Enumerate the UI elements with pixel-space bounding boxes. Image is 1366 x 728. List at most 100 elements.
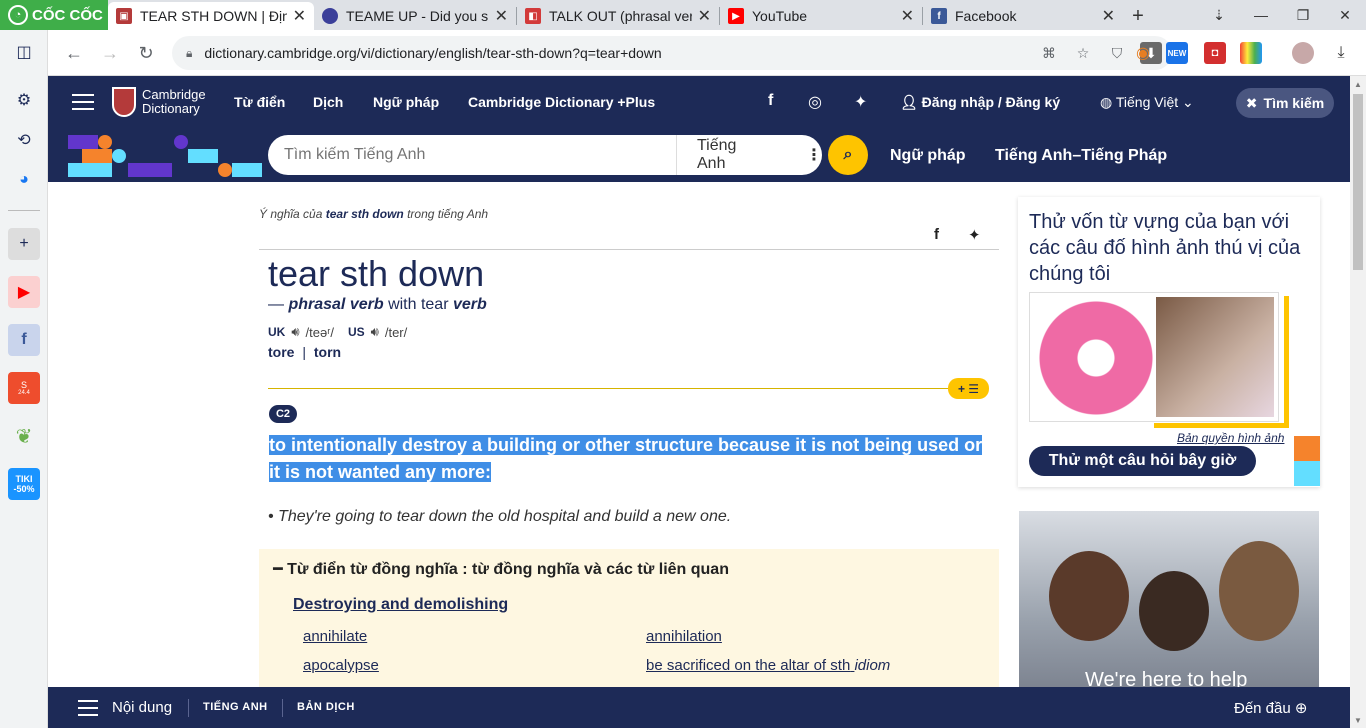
form-separator: | bbox=[302, 344, 306, 360]
history-icon[interactable]: ⟲ bbox=[8, 124, 40, 156]
tab-translation[interactable]: BẢN DỊCH bbox=[297, 701, 355, 713]
instagram-icon[interactable]: ◎ bbox=[808, 92, 822, 112]
address-bar[interactable]: 🔒︎ dictionary.cambridge.org/vi/dictionar… bbox=[172, 36, 1172, 70]
decor-shape bbox=[112, 149, 126, 163]
contents-link[interactable]: Nội dung bbox=[112, 699, 172, 716]
related-word[interactable]: annihilate bbox=[303, 628, 367, 645]
nav-dictionary[interactable]: Từ điển bbox=[234, 94, 285, 110]
back-to-top-link[interactable]: Đến đầu ⊕ bbox=[1234, 699, 1307, 717]
twitter-icon[interactable]: ✦ bbox=[854, 92, 867, 112]
share-twitter-icon[interactable]: ✦ bbox=[968, 226, 981, 244]
sidebar-toggle-icon[interactable]: ◫ bbox=[8, 36, 40, 68]
back-icon[interactable]: ← bbox=[60, 39, 88, 67]
close-tab-icon[interactable]: ✕ bbox=[901, 6, 914, 26]
tab-cambridge[interactable]: ▣ TEAR STH DOWN | Định ✕ bbox=[108, 2, 314, 30]
related-word[interactable]: apocalypse bbox=[303, 657, 379, 674]
close-tab-icon[interactable]: ✕ bbox=[1102, 6, 1115, 26]
close-tab-icon[interactable]: ✕ bbox=[495, 6, 508, 26]
shield-icon[interactable]: ⛉ bbox=[1106, 42, 1128, 64]
menu-icon[interactable] bbox=[78, 700, 98, 716]
tab-english[interactable]: TIẾNG ANH bbox=[203, 701, 268, 713]
thesaurus-title[interactable]: ━ Từ điển từ đồng nghĩa : từ đồng nghĩa … bbox=[273, 559, 729, 579]
search-input[interactable] bbox=[268, 146, 676, 164]
new-tab-icon[interactable]: + bbox=[1123, 2, 1153, 30]
us-audio-icon[interactable]: 🔊︎ bbox=[371, 324, 379, 340]
tab-title: TEAR STH DOWN | Định bbox=[140, 8, 287, 24]
login-label: Đăng nhập / Đăng ký bbox=[921, 94, 1061, 110]
shopee-label: 24.4 bbox=[18, 390, 30, 396]
uk-label: UK bbox=[268, 325, 286, 339]
login-link[interactable]: 👤︎ Đăng nhập / Đăng ký bbox=[900, 94, 1060, 111]
search-submit-button[interactable]: ⌕ bbox=[828, 135, 868, 175]
link-english-french[interactable]: Tiếng Anh–Tiếng Pháp bbox=[995, 147, 1167, 165]
minimize-icon[interactable]: — bbox=[1240, 0, 1282, 30]
scroll-up-icon[interactable]: ▲ bbox=[1350, 76, 1366, 92]
tab-facebook[interactable]: f Facebook ✕ bbox=[923, 2, 1123, 30]
person-image bbox=[1049, 551, 1129, 641]
nav-plus[interactable]: Cambridge Dictionary +Plus bbox=[468, 94, 655, 110]
cambridge-logo[interactable]: Cambridge Dictionary bbox=[112, 87, 206, 117]
scroll-thumb[interactable] bbox=[1353, 94, 1363, 270]
crumb-word: tear sth down bbox=[325, 207, 404, 221]
close-tab-icon[interactable]: ✕ bbox=[293, 6, 306, 26]
shopee-icon[interactable]: S 24.4 bbox=[8, 372, 40, 404]
quiz-image[interactable] bbox=[1029, 292, 1279, 422]
new-badge-icon[interactable]: NEW bbox=[1166, 42, 1188, 64]
person-image bbox=[1139, 571, 1209, 651]
web-page: Cambridge Dictionary Từ điển Dịch Ngữ ph… bbox=[48, 76, 1350, 728]
facebook-icon[interactable]: f bbox=[768, 92, 773, 110]
facebook-icon[interactable]: f bbox=[8, 324, 40, 356]
downloads-icon[interactable]: ⤓ bbox=[1330, 42, 1352, 64]
try-quiz-button[interactable]: Thử một câu hỏi bây giờ bbox=[1029, 446, 1256, 476]
tab-search-icon[interactable]: ⇣ bbox=[1198, 0, 1240, 30]
search-icon: ⌕ bbox=[843, 146, 853, 163]
nav-translate[interactable]: Dịch bbox=[313, 94, 343, 110]
related-word[interactable]: be sacrificed on the altar of sth idiom bbox=[646, 657, 890, 674]
youtube-icon[interactable]: ▶ bbox=[8, 276, 40, 308]
tab-talk-out[interactable]: ◧ TALK OUT (phrasal verb ✕ bbox=[517, 2, 719, 30]
red-extension-icon[interactable]: ◘ bbox=[1204, 42, 1226, 64]
chrome-extension-icon[interactable]: ◉ bbox=[1132, 42, 1154, 64]
related-word[interactable]: annihilation bbox=[646, 628, 722, 645]
tab-youtube[interactable]: ▶ YouTube ✕ bbox=[720, 2, 922, 30]
language-selector[interactable]: ◍ Tiếng Việt ⌄ bbox=[1100, 94, 1194, 111]
uk-audio-icon[interactable]: 🔊︎ bbox=[291, 324, 299, 340]
nav-grammar[interactable]: Ngữ pháp bbox=[373, 94, 439, 110]
person-image bbox=[1219, 541, 1299, 641]
pos-verb-link[interactable]: verb bbox=[453, 296, 487, 313]
thesaurus-subtitle[interactable]: Destroying and demolishing bbox=[293, 596, 508, 614]
search-language-select[interactable]: Tiếng Anh ⋮ bbox=[676, 135, 822, 175]
gear-icon[interactable]: ⚙ bbox=[8, 84, 40, 116]
close-window-icon[interactable]: ✕ bbox=[1324, 0, 1366, 30]
share-facebook-icon[interactable]: f bbox=[934, 226, 939, 243]
avatar[interactable] bbox=[1292, 42, 1314, 64]
page-scrollbar[interactable]: ▲ ▼ bbox=[1350, 76, 1366, 728]
menu-icon[interactable] bbox=[72, 94, 94, 110]
tab-teame-up[interactable]: TEAME UP - Did you sp ✕ bbox=[314, 2, 516, 30]
image-credits-link[interactable]: Bản quyền hình ảnh bbox=[1177, 431, 1284, 445]
search-toggle-button[interactable]: ✖ Tìm kiếm bbox=[1236, 88, 1334, 118]
tiki-icon[interactable]: TIKI -50% bbox=[8, 468, 40, 500]
cambridge-shield-icon bbox=[112, 87, 136, 117]
coccoc-brand[interactable]: ◔ CỐC CỐC bbox=[0, 0, 108, 30]
close-tab-icon[interactable]: ✕ bbox=[698, 6, 711, 26]
pos-link[interactable]: phrasal verb bbox=[288, 296, 383, 313]
color-grid-icon[interactable] bbox=[1240, 42, 1262, 64]
messenger-icon[interactable]: ◕ bbox=[8, 164, 40, 196]
add-icon[interactable]: + bbox=[8, 228, 40, 260]
forward-icon[interactable]: → bbox=[96, 39, 124, 67]
leaf-icon[interactable]: ❦ bbox=[8, 420, 40, 452]
definition-text: to intentionally destroy a building or o… bbox=[269, 435, 983, 482]
reload-icon[interactable]: ↻ bbox=[132, 39, 160, 67]
decor-shape bbox=[188, 149, 218, 163]
link-grammar[interactable]: Ngữ pháp bbox=[890, 147, 966, 165]
star-icon[interactable]: ☆ bbox=[1072, 42, 1094, 64]
scroll-down-icon[interactable]: ▼ bbox=[1350, 712, 1366, 728]
brand-label: CỐC CỐC bbox=[32, 6, 103, 24]
restore-icon[interactable]: ❐ bbox=[1282, 0, 1324, 30]
uk-ipa: /teəʳ/ bbox=[305, 324, 334, 340]
add-to-list-button[interactable]: + ☰ bbox=[948, 378, 989, 399]
user-icon: 👤︎ bbox=[900, 94, 922, 110]
url-text: dictionary.cambridge.org/vi/dictionary/e… bbox=[204, 45, 662, 61]
translate-icon[interactable]: ⌘ bbox=[1038, 42, 1060, 64]
